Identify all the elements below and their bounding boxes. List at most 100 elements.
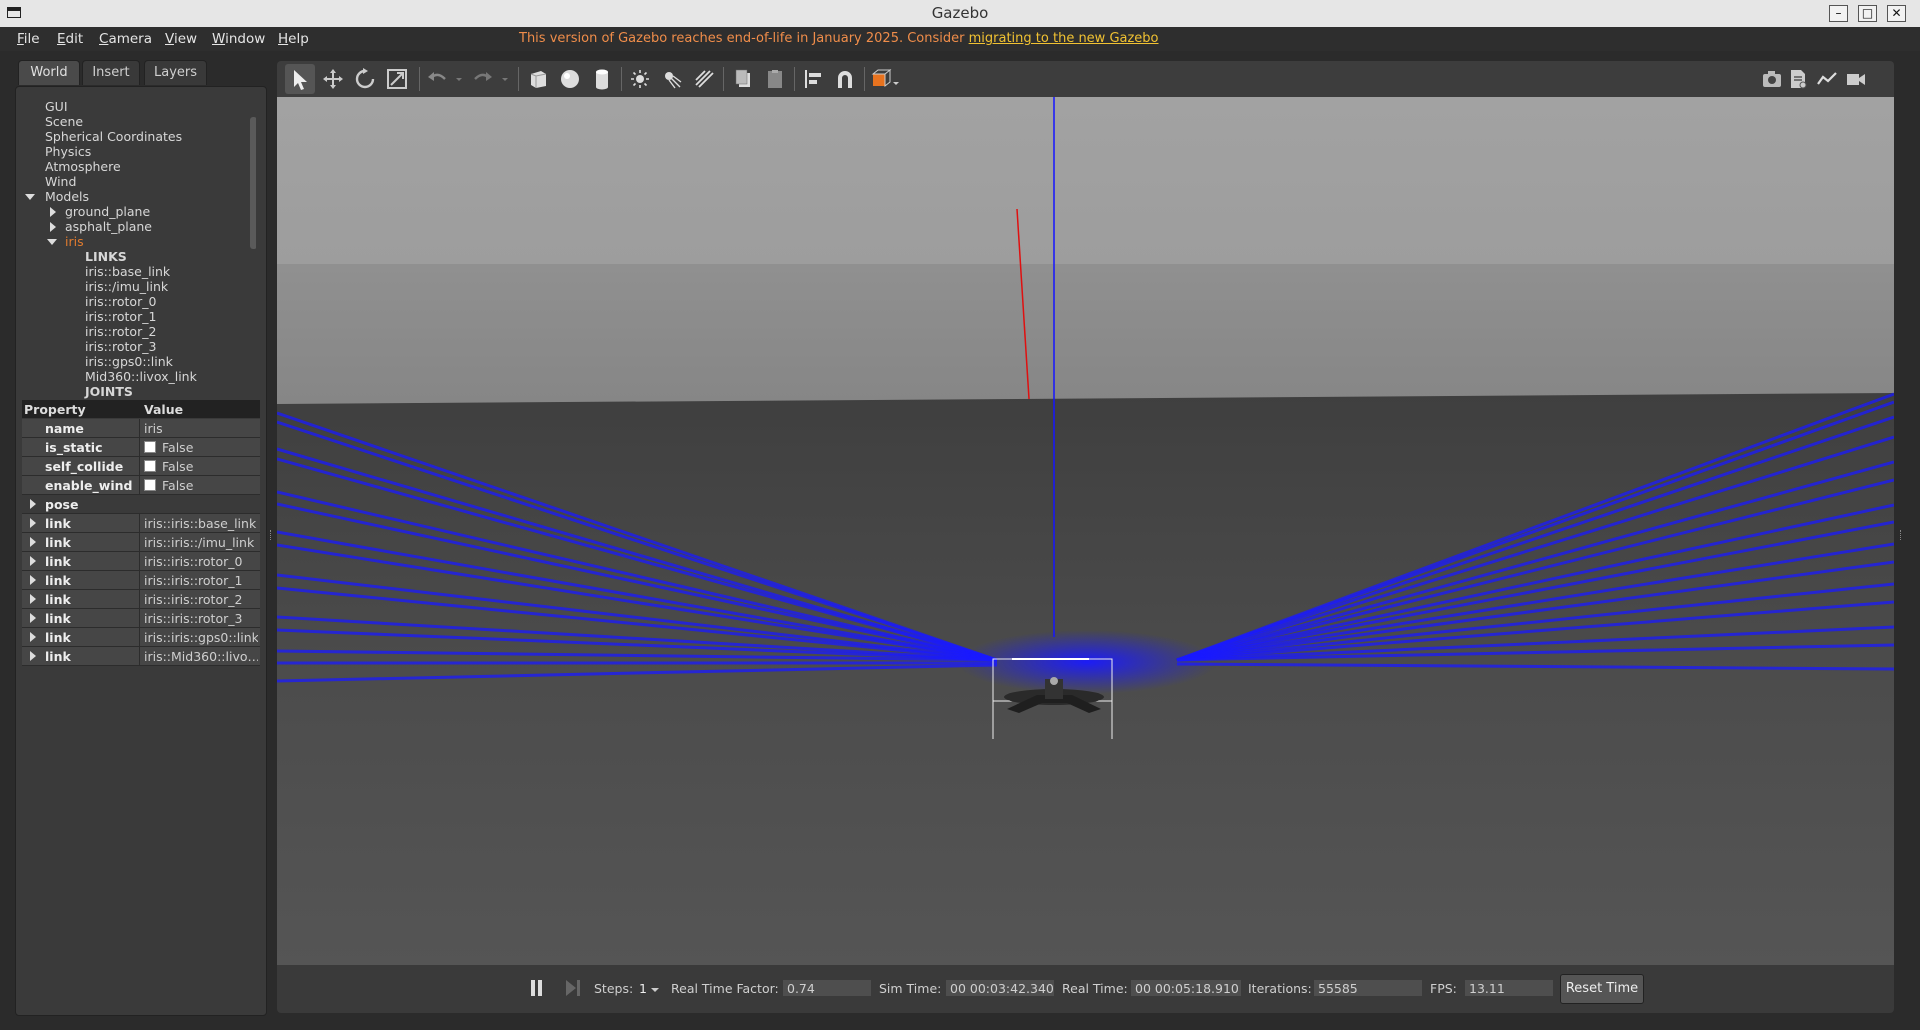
expand-link-icon[interactable]: [30, 594, 36, 604]
paste-button[interactable]: [764, 68, 786, 90]
step-button[interactable]: [565, 979, 581, 997]
property-row-enable-wind[interactable]: enable_wind False: [22, 476, 260, 495]
maximize-button[interactable]: □: [1858, 5, 1877, 22]
property-row-is-static[interactable]: is_static False: [22, 438, 260, 457]
snap-button[interactable]: [834, 68, 856, 90]
tree-item-gui[interactable]: GUI: [45, 99, 68, 114]
property-row-name[interactable]: name iris: [22, 419, 260, 438]
spot-light-button[interactable]: [661, 68, 683, 90]
property-row-link[interactable]: link iris::iris::gps0::link: [22, 628, 260, 647]
align-button[interactable]: [802, 68, 824, 90]
property-row-link[interactable]: link iris::iris::rotor_0: [22, 552, 260, 571]
expand-link-icon[interactable]: [30, 575, 36, 585]
menu-help[interactable]: Help: [278, 31, 309, 47]
tree-link[interactable]: iris::rotor_1: [85, 309, 156, 324]
tree-link[interactable]: iris::rotor_3: [85, 339, 156, 354]
right-splitter-handle[interactable]: [1900, 530, 1903, 540]
expand-pose-icon[interactable]: [30, 499, 36, 509]
expand-link-icon[interactable]: [30, 537, 36, 547]
property-row-link[interactable]: link iris::iris::rotor_1: [22, 571, 260, 590]
undo-history-dropdown[interactable]: [454, 68, 464, 90]
tree-link[interactable]: iris::/imu_link: [85, 279, 168, 294]
eol-banner-text: This version of Gazebo reaches end-of-li…: [519, 31, 969, 46]
property-row-self-collide[interactable]: self_collide False: [22, 457, 260, 476]
tab-insert[interactable]: Insert: [82, 60, 140, 85]
expand-asphalt-plane-icon[interactable]: [50, 222, 56, 232]
insert-box-button[interactable]: [527, 68, 549, 90]
header-value: Value: [144, 402, 184, 417]
tree-item-atmosphere[interactable]: Atmosphere: [45, 159, 121, 174]
expand-link-icon[interactable]: [30, 632, 36, 642]
menu-window[interactable]: Window: [212, 31, 265, 47]
scene-viewport[interactable]: [277, 97, 1894, 965]
screenshot-button[interactable]: [1761, 68, 1783, 90]
is-static-checkbox[interactable]: [144, 441, 156, 453]
tree-item-models[interactable]: Models: [45, 189, 89, 204]
expand-link-icon[interactable]: [30, 518, 36, 528]
property-row-link[interactable]: link iris::Mid360::livo…: [22, 647, 260, 666]
tree-item-spherical-coordinates[interactable]: Spherical Coordinates: [45, 129, 182, 144]
tree-link[interactable]: Mid360::livox_link: [85, 369, 197, 384]
log-button[interactable]: [1787, 68, 1809, 90]
steps-spinbox[interactable]: 1: [639, 981, 647, 996]
tree-model-iris[interactable]: iris: [65, 234, 84, 249]
collapse-models-icon[interactable]: [25, 194, 35, 200]
expand-link-icon[interactable]: [30, 556, 36, 566]
tab-world[interactable]: World: [18, 60, 80, 85]
tab-layers[interactable]: Layers: [144, 60, 207, 85]
tree-link[interactable]: iris::gps0::link: [85, 354, 173, 369]
close-button[interactable]: ✕: [1887, 5, 1906, 22]
property-row-pose[interactable]: pose: [22, 495, 260, 514]
rotate-mode-button[interactable]: [354, 68, 376, 90]
scale-mode-button[interactable]: [386, 68, 408, 90]
reset-time-button[interactable]: Reset Time: [1560, 974, 1644, 1004]
tree-model-ground-plane[interactable]: ground_plane: [65, 204, 150, 219]
tree-link[interactable]: iris::rotor_0: [85, 294, 156, 309]
insert-sphere-button[interactable]: [559, 68, 581, 90]
steps-chevron-down-icon[interactable]: [651, 987, 659, 993]
migration-link[interactable]: migrating to the new Gazebo: [969, 31, 1159, 46]
undo-button[interactable]: [426, 68, 448, 90]
redo-history-dropdown[interactable]: [500, 68, 510, 90]
translate-mode-button[interactable]: [322, 68, 344, 90]
tree-model-asphalt-plane[interactable]: asphalt_plane: [65, 219, 152, 234]
menu-file[interactable]: File: [17, 31, 40, 47]
point-light-button[interactable]: [629, 68, 651, 90]
property-row-link[interactable]: link iris::iris::base_link: [22, 514, 260, 533]
enable-wind-checkbox[interactable]: [144, 479, 156, 491]
plot-button[interactable]: [1816, 68, 1838, 90]
redo-button[interactable]: [472, 68, 494, 90]
iterations-label: Iterations:: [1248, 981, 1312, 996]
pause-button[interactable]: [530, 979, 544, 997]
directional-light-button[interactable]: [693, 68, 715, 90]
tree-item-wind[interactable]: Wind: [45, 174, 76, 189]
expand-ground-plane-icon[interactable]: [50, 207, 56, 217]
scale-icon: [387, 69, 407, 89]
property-row-link[interactable]: link iris::iris::rotor_2: [22, 590, 260, 609]
left-splitter-handle[interactable]: [270, 530, 273, 540]
select-arrow-icon: [294, 70, 307, 90]
copy-button[interactable]: [732, 68, 754, 90]
video-record-button[interactable]: [1845, 68, 1867, 90]
property-row-link[interactable]: link iris::iris::rotor_3: [22, 609, 260, 628]
tree-link[interactable]: iris::rotor_2: [85, 324, 156, 339]
minimize-button[interactable]: –: [1829, 5, 1848, 22]
menu-view[interactable]: View: [165, 31, 197, 47]
menu-camera[interactable]: Camera: [99, 31, 152, 47]
tree-item-physics[interactable]: Physics: [45, 144, 91, 159]
menu-edit[interactable]: Edit: [57, 31, 83, 47]
tree-link[interactable]: iris::base_link: [85, 264, 170, 279]
property-row-link[interactable]: link iris::iris::/imu_link: [22, 533, 260, 552]
select-mode-button[interactable]: [285, 64, 315, 94]
laser-hit-glow: [957, 630, 1217, 694]
tree-item-scene[interactable]: Scene: [45, 114, 83, 129]
sim-time-field: 00 00:03:42.340: [945, 979, 1055, 997]
expand-link-icon[interactable]: [30, 651, 36, 661]
collapse-iris-icon[interactable]: [47, 239, 57, 245]
property-value: False: [162, 478, 194, 493]
self-collide-checkbox[interactable]: [144, 460, 156, 472]
expand-link-icon[interactable]: [30, 613, 36, 623]
view-angle-button[interactable]: [871, 68, 901, 90]
tree-scrollbar[interactable]: [250, 117, 256, 249]
insert-cylinder-button[interactable]: [591, 68, 613, 90]
